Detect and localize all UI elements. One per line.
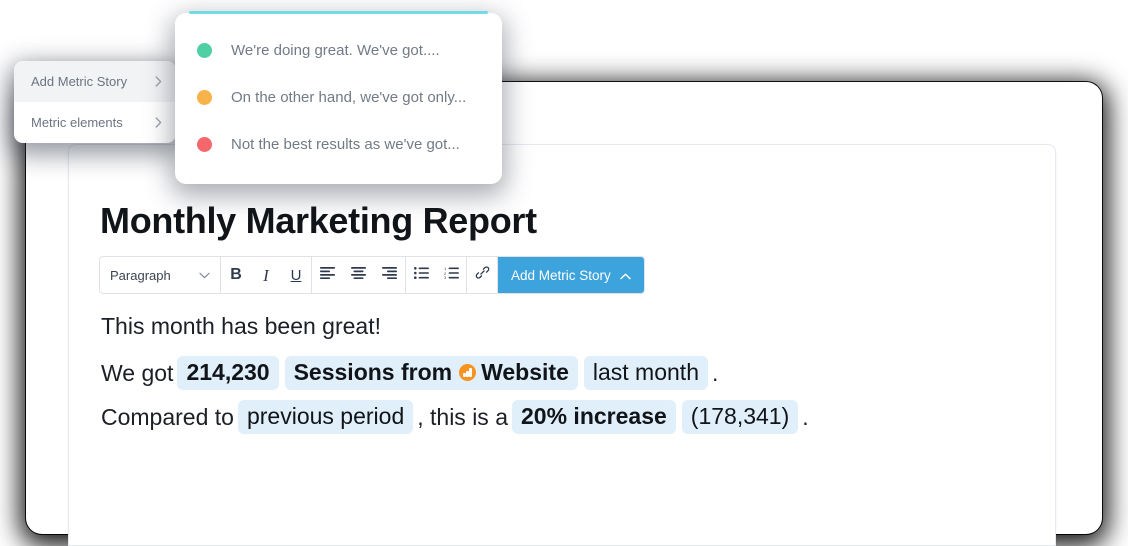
document-line-3[interactable]: Compared to previous period , this is a … (100, 400, 810, 434)
chevron-up-icon (620, 268, 631, 283)
align-left-icon (320, 266, 335, 284)
toolbar-group-align (312, 257, 406, 293)
story-suggestion-text: On the other hand, we've got only... (231, 89, 467, 106)
line-1-text: This month has been great! (101, 313, 381, 339)
align-center-icon (351, 266, 366, 284)
italic-label: I (263, 265, 269, 285)
link-icon (475, 265, 490, 285)
metric-source-label: Website (481, 359, 569, 385)
align-left-button[interactable] (312, 257, 343, 293)
status-dot-neutral (197, 90, 212, 105)
document-line-1[interactable]: This month has been great! (100, 313, 382, 340)
link-button[interactable] (467, 257, 497, 293)
metric-value-token[interactable]: 214,230 (177, 356, 279, 390)
toolbar-group-link (467, 257, 498, 293)
chevron-right-icon (155, 75, 162, 89)
align-right-button[interactable] (374, 257, 405, 293)
metric-story-suggestions-popover: We're doing great. We've got.... On the … (175, 11, 502, 184)
toolbar-group-format: B I U (221, 257, 312, 293)
bullet-list-button[interactable] (406, 257, 436, 293)
numbered-list-button[interactable]: 1 2 3 (436, 257, 466, 293)
status-dot-negative (197, 137, 212, 152)
story-suggestion-item[interactable]: Not the best results as we've got... (175, 121, 502, 168)
toolbar-group-lists: 1 2 3 (406, 257, 467, 293)
paragraph-style-value: Paragraph (110, 267, 171, 283)
context-menu: Add Metric Story Metric elements (14, 61, 176, 143)
chevron-right-icon (155, 116, 162, 130)
line-3-prefix: Compared to (101, 403, 234, 430)
story-suggestion-text: Not the best results as we've got... (231, 136, 460, 153)
status-dot-positive (197, 43, 212, 58)
story-suggestion-item[interactable]: We're doing great. We've got.... (175, 27, 502, 74)
chevron-down-icon (199, 266, 210, 284)
editor-toolbar: Paragraph B I U 1 2 3 Add Metric Story (99, 256, 645, 294)
google-analytics-icon (459, 364, 477, 381)
add-metric-story-button[interactable]: Add Metric Story (498, 257, 644, 293)
svg-text:3: 3 (444, 275, 447, 279)
align-center-button[interactable] (343, 257, 374, 293)
story-suggestion-text: We're doing great. We've got.... (231, 42, 440, 59)
comparison-period-token[interactable]: previous period (237, 400, 414, 434)
bold-button[interactable]: B (221, 257, 251, 293)
align-right-icon (382, 266, 397, 284)
context-menu-item-metric-elements[interactable]: Metric elements (14, 102, 176, 143)
line-2-suffix: . (711, 359, 719, 386)
previous-value-token[interactable]: (178,341) (681, 400, 799, 434)
bullet-list-icon (413, 266, 429, 284)
toolbar-group-style: Paragraph (100, 257, 221, 293)
line-3-middle: , this is a (417, 403, 508, 430)
add-metric-story-label: Add Metric Story (511, 267, 611, 283)
change-token[interactable]: 20% increase (512, 400, 676, 434)
line-3-suffix: . (802, 403, 809, 430)
context-menu-item-add-metric-story[interactable]: Add Metric Story (14, 61, 176, 102)
underline-label: U (290, 266, 302, 284)
context-menu-label: Metric elements (31, 115, 123, 130)
period-token[interactable]: last month (583, 356, 708, 390)
document-line-2[interactable]: We got 214,230 Sessions from Website las… (100, 356, 719, 390)
underline-button[interactable]: U (281, 257, 311, 293)
numbered-list-icon: 1 2 3 (444, 266, 459, 284)
italic-button[interactable]: I (251, 257, 281, 293)
bold-label: B (230, 266, 242, 283)
line-2-prefix: We got (101, 359, 174, 386)
story-suggestion-item[interactable]: On the other hand, we've got only... (175, 74, 502, 121)
metric-source-token[interactable]: Sessions from Website (284, 356, 578, 390)
page-title: Monthly Marketing Report (100, 200, 537, 241)
context-menu-label: Add Metric Story (31, 74, 128, 89)
paragraph-style-select[interactable]: Paragraph (100, 257, 220, 293)
metric-name-label: Sessions from (293, 359, 453, 385)
